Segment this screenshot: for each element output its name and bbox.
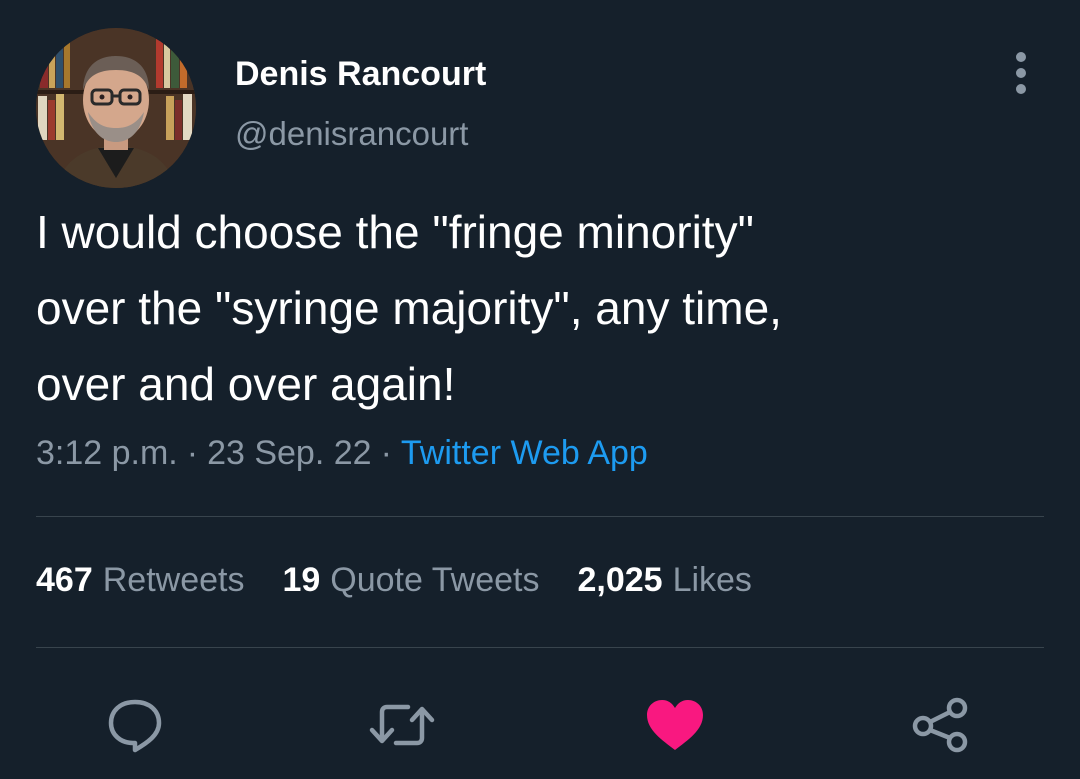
share-button[interactable] — [906, 690, 976, 760]
tweet-source-link[interactable]: Twitter Web App — [401, 434, 648, 472]
reply-icon — [108, 699, 162, 753]
likes-count: 2,025 — [577, 561, 663, 599]
avatar[interactable] — [36, 28, 196, 188]
separator: · — [186, 434, 199, 472]
quote-tweets-count: 19 — [282, 561, 321, 599]
author-handle[interactable]: @denisrancourt — [235, 115, 468, 153]
more-options-button[interactable] — [1000, 48, 1042, 98]
divider — [36, 647, 1044, 648]
more-vertical-icon — [1016, 52, 1026, 94]
tweet-text-line: over the "syringe majority", any time, — [36, 282, 782, 334]
tweet-date[interactable]: 23 Sep. 22 — [207, 434, 371, 472]
retweets-count: 467 — [36, 561, 93, 599]
quote-tweets-label: Quote Tweets — [330, 561, 540, 599]
reply-button[interactable] — [100, 690, 170, 760]
like-button[interactable] — [640, 690, 710, 760]
tweet-time[interactable]: 3:12 p.m. — [36, 434, 178, 472]
tweet-text: I would choose the "fringe minority" ove… — [36, 194, 1046, 422]
heart-icon — [647, 700, 703, 750]
likes-stat[interactable]: 2,025 Likes — [577, 561, 751, 600]
likes-label: Likes — [672, 561, 752, 599]
retweet-icon — [369, 704, 435, 746]
retweet-button[interactable] — [367, 690, 437, 760]
divider — [36, 516, 1044, 517]
profile-photo — [36, 28, 196, 188]
quote-tweets-stat[interactable]: 19 Quote Tweets — [282, 561, 539, 600]
separator: · — [380, 434, 392, 472]
tweet-text-line: over and over again! — [36, 358, 456, 410]
share-icon — [912, 697, 968, 753]
author-display-name[interactable]: Denis Rancourt — [235, 55, 486, 94]
tweet-meta: 3:12 p.m. · 23 Sep. 22 · Twitter Web App — [36, 434, 648, 473]
tweet-text-line: I would choose the "fringe minority" — [36, 206, 754, 258]
retweets-label: Retweets — [102, 561, 245, 599]
retweets-stat[interactable]: 467 Retweets — [36, 561, 244, 600]
tweet-stats: 467 Retweets 19 Quote Tweets 2,025 Likes — [36, 561, 752, 600]
